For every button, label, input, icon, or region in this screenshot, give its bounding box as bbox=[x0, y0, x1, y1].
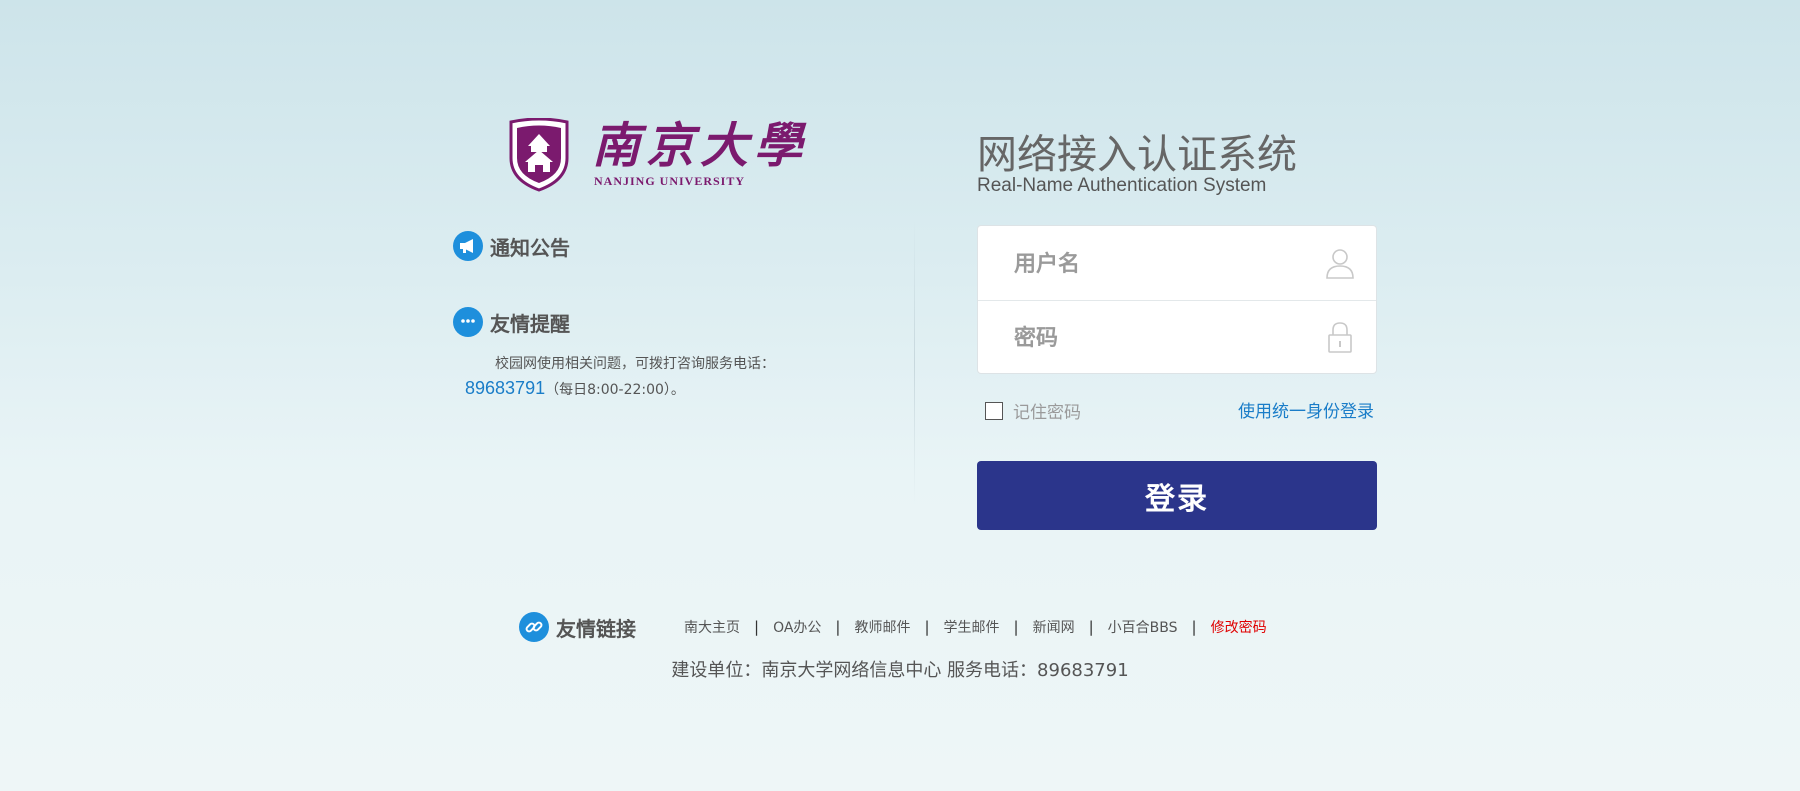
university-logo: 南京大學 NANJING UNIVERSITY bbox=[508, 118, 802, 194]
reminder-hours: （每日8:00-22:00）。 bbox=[545, 382, 685, 398]
university-crest-icon bbox=[509, 118, 569, 192]
vertical-divider bbox=[914, 220, 915, 505]
link-oa[interactable]: OA办公 bbox=[773, 617, 821, 637]
system-subtitle: Real-Name Authentication System bbox=[977, 175, 1267, 196]
friend-links-title: 友情链接 bbox=[556, 616, 636, 641]
link-news[interactable]: 新闻网 bbox=[1033, 617, 1075, 637]
logo-english-name: NANJING UNIVERSITY bbox=[594, 174, 746, 188]
reminder-text-prefix: 校园网使用相关问题，可拨打咨询服务电话： bbox=[495, 356, 775, 372]
link-separator: | bbox=[924, 618, 930, 636]
reminder-section: 友情提醒 bbox=[453, 307, 570, 337]
notice-title: 通知公告 bbox=[490, 235, 570, 260]
reminder-phone: 89683791 bbox=[465, 378, 546, 398]
logo-chinese-name: 南京大學 bbox=[592, 118, 809, 174]
remember-checkbox[interactable] bbox=[985, 401, 1003, 420]
link-bbs[interactable]: 小百合BBS bbox=[1108, 617, 1178, 637]
link-separator: | bbox=[835, 618, 841, 636]
link-separator: | bbox=[1013, 618, 1019, 636]
username-input[interactable] bbox=[1012, 246, 1316, 282]
link-separator: | bbox=[1088, 618, 1094, 636]
system-title: 网络接入认证系统 bbox=[977, 132, 1297, 178]
link-teacher-mail[interactable]: 教师邮件 bbox=[854, 617, 910, 637]
username-field bbox=[978, 226, 1376, 301]
unified-login-link[interactable]: 使用统一身份登录 bbox=[1238, 397, 1374, 422]
link-nju-home[interactable]: 南大主页 bbox=[684, 617, 740, 637]
remember-password[interactable]: 记住密码 bbox=[985, 398, 1081, 423]
chat-bubble-icon bbox=[453, 307, 483, 337]
link-icon bbox=[519, 612, 549, 642]
notice-section: 通知公告 bbox=[453, 231, 570, 261]
login-button[interactable]: 登录 bbox=[977, 461, 1377, 530]
link-change-password[interactable]: 修改密码 bbox=[1211, 617, 1267, 637]
friend-links-bar: 友情链接 南大主页 | OA办公 | 教师邮件 | 学生邮件 | 新闻网 | 小… bbox=[519, 612, 1267, 642]
link-separator: | bbox=[1191, 618, 1197, 636]
remember-label: 记住密码 bbox=[1013, 403, 1081, 423]
link-student-mail[interactable]: 学生邮件 bbox=[944, 617, 1000, 637]
lock-icon bbox=[1328, 322, 1352, 353]
reminder-text: 校园网使用相关问题，可拨打咨询服务电话： 89683791（每日8:00-22:0… bbox=[465, 352, 810, 402]
reminder-title: 友情提醒 bbox=[490, 311, 570, 336]
user-icon bbox=[1326, 249, 1354, 279]
megaphone-icon bbox=[453, 231, 483, 261]
footer-info: 建设单位：南京大学网络信息中心 服务电话：89683791 bbox=[671, 660, 1129, 681]
link-separator: | bbox=[754, 618, 760, 636]
password-field bbox=[978, 300, 1376, 374]
login-form bbox=[977, 225, 1377, 374]
password-input[interactable] bbox=[1012, 320, 1316, 356]
